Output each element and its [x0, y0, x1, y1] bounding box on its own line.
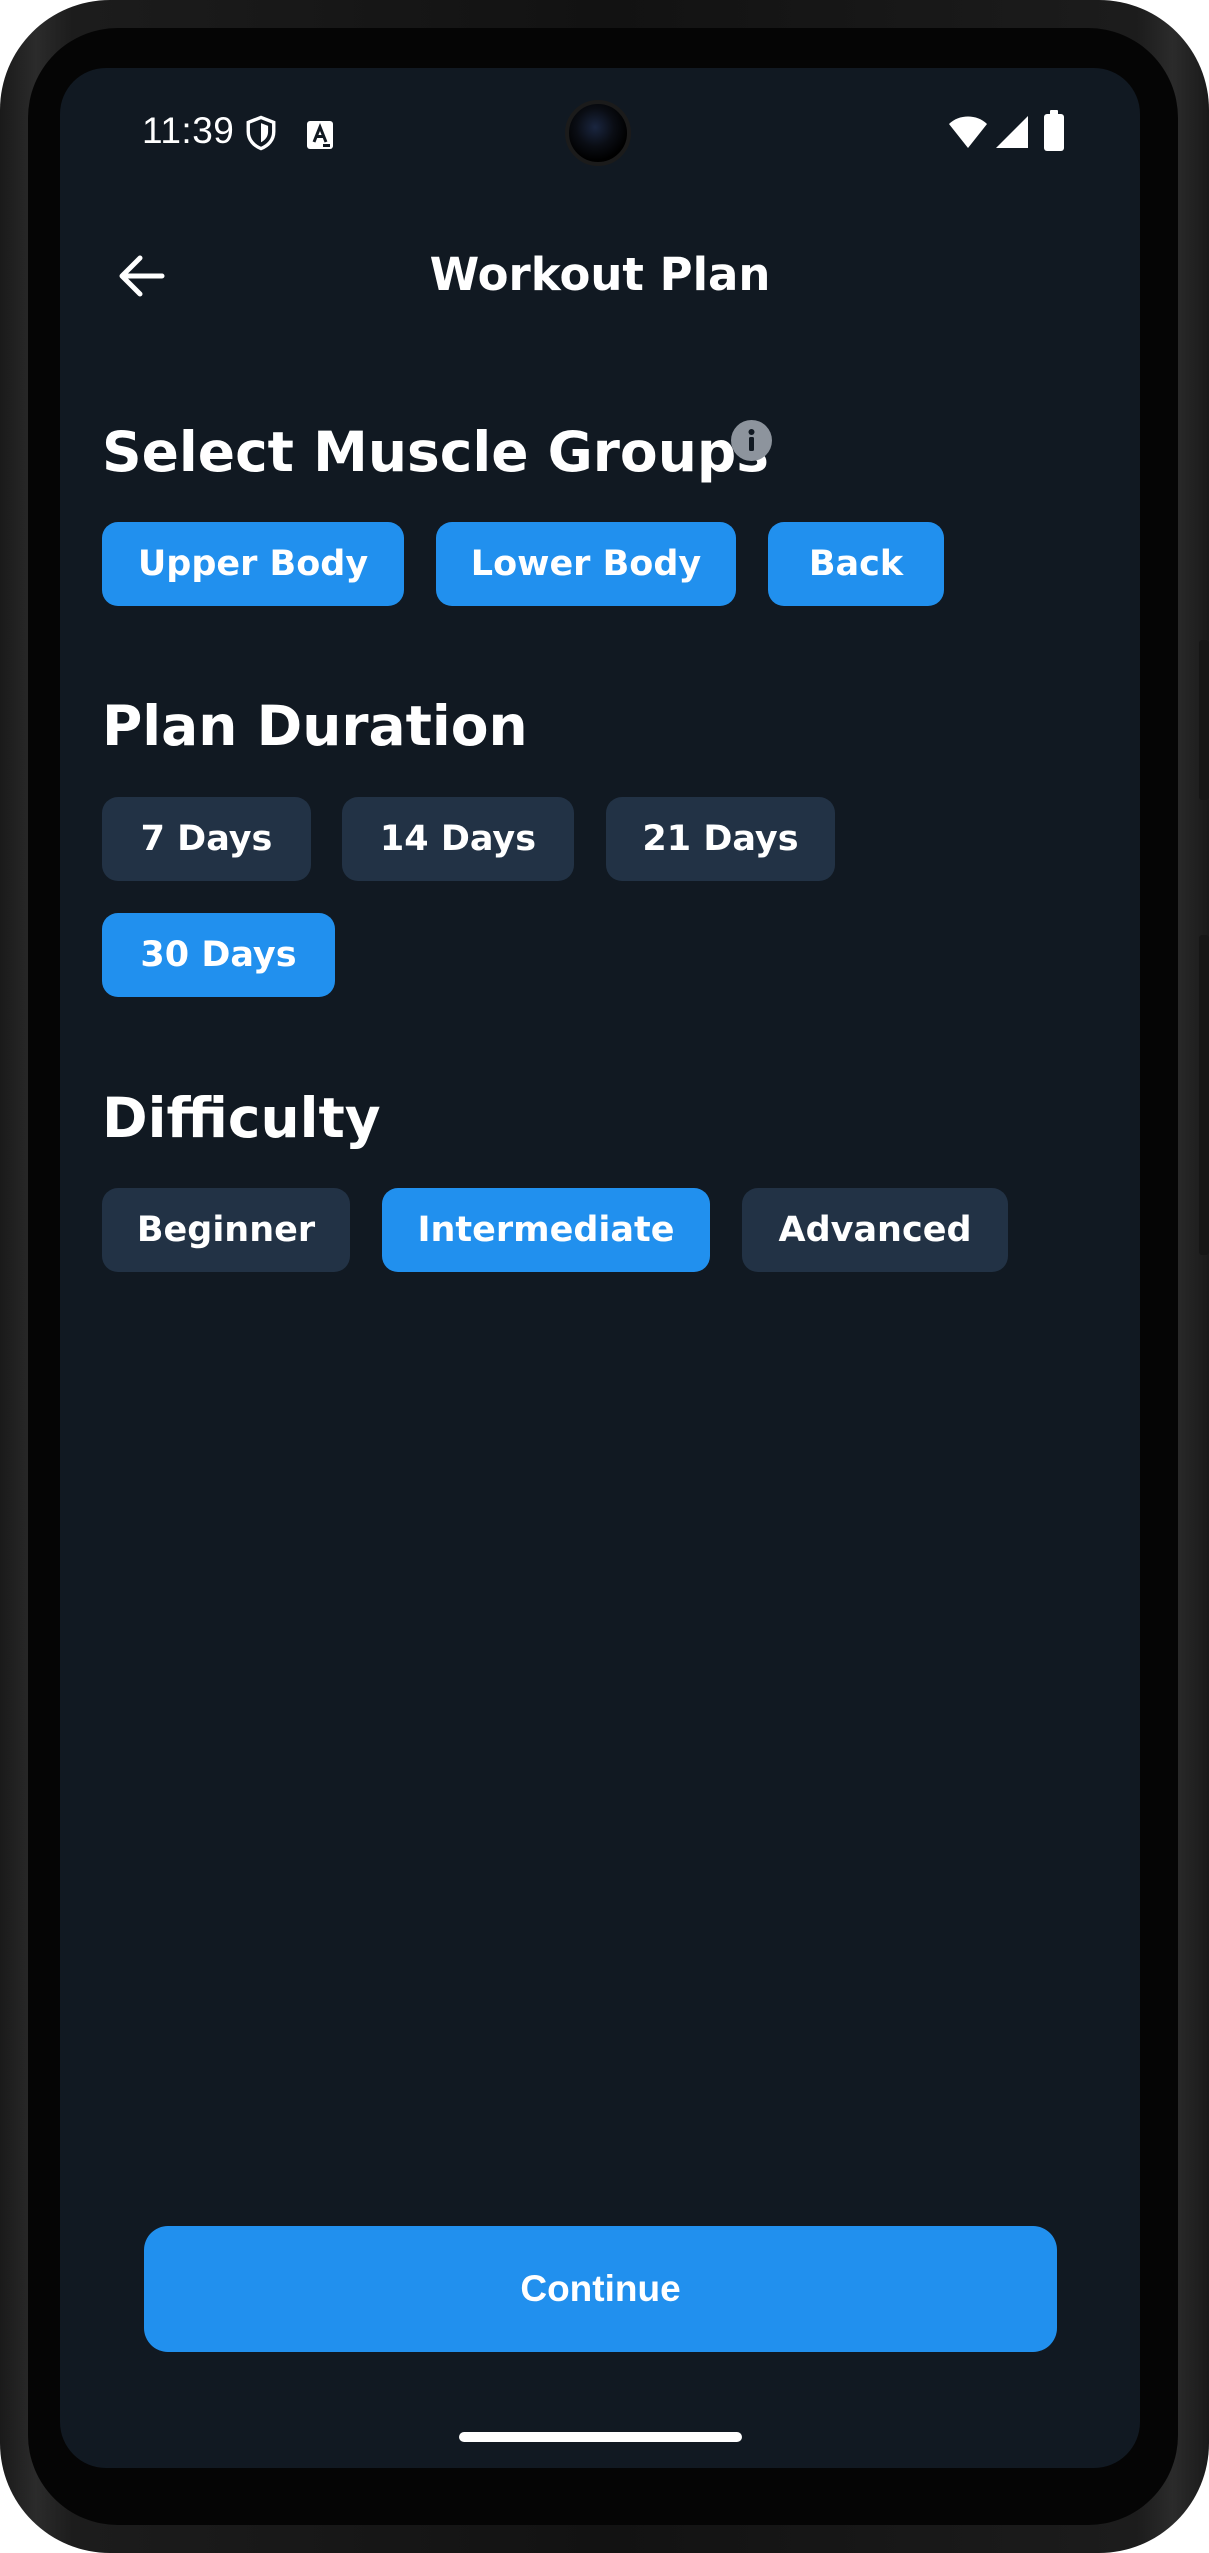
plan-duration-title: Plan Duration [102, 694, 528, 758]
battery-icon [1043, 110, 1065, 156]
chip-7-days[interactable]: 7 Days [102, 797, 311, 881]
front-camera [565, 100, 631, 166]
continue-button[interactable]: Continue [144, 2226, 1057, 2352]
chip-beginner[interactable]: Beginner [102, 1188, 350, 1272]
power-button [1199, 640, 1209, 800]
cellular-signal-icon [994, 114, 1030, 154]
chip-advanced[interactable]: Advanced [742, 1188, 1008, 1272]
chip-30-days[interactable]: 30 Days [102, 913, 335, 997]
page-title: Workout Plan [429, 248, 771, 301]
shield-icon [244, 114, 278, 156]
info-icon[interactable] [731, 420, 772, 461]
chip-21-days[interactable]: 21 Days [606, 797, 835, 881]
chip-back[interactable]: Back [768, 522, 944, 606]
chip-lower-body[interactable]: Lower Body [436, 522, 736, 606]
muscle-groups-title: Select Muscle Groups [102, 420, 769, 484]
chip-upper-body[interactable]: Upper Body [102, 522, 404, 606]
wifi-icon [948, 114, 988, 154]
chip-intermediate[interactable]: Intermediate [382, 1188, 710, 1272]
app-screen: 11:39 Workout Plan Select Muscle Groups … [60, 68, 1140, 2468]
gesture-navigation-bar[interactable] [459, 2432, 742, 2442]
difficulty-title: Difficulty [102, 1086, 381, 1150]
status-time: 11:39 [142, 110, 235, 151]
volume-button [1199, 935, 1209, 1255]
text-notification-icon [306, 120, 334, 154]
chip-14-days[interactable]: 14 Days [342, 797, 574, 881]
phone-frame: 11:39 Workout Plan Select Muscle Groups … [0, 0, 1209, 2553]
